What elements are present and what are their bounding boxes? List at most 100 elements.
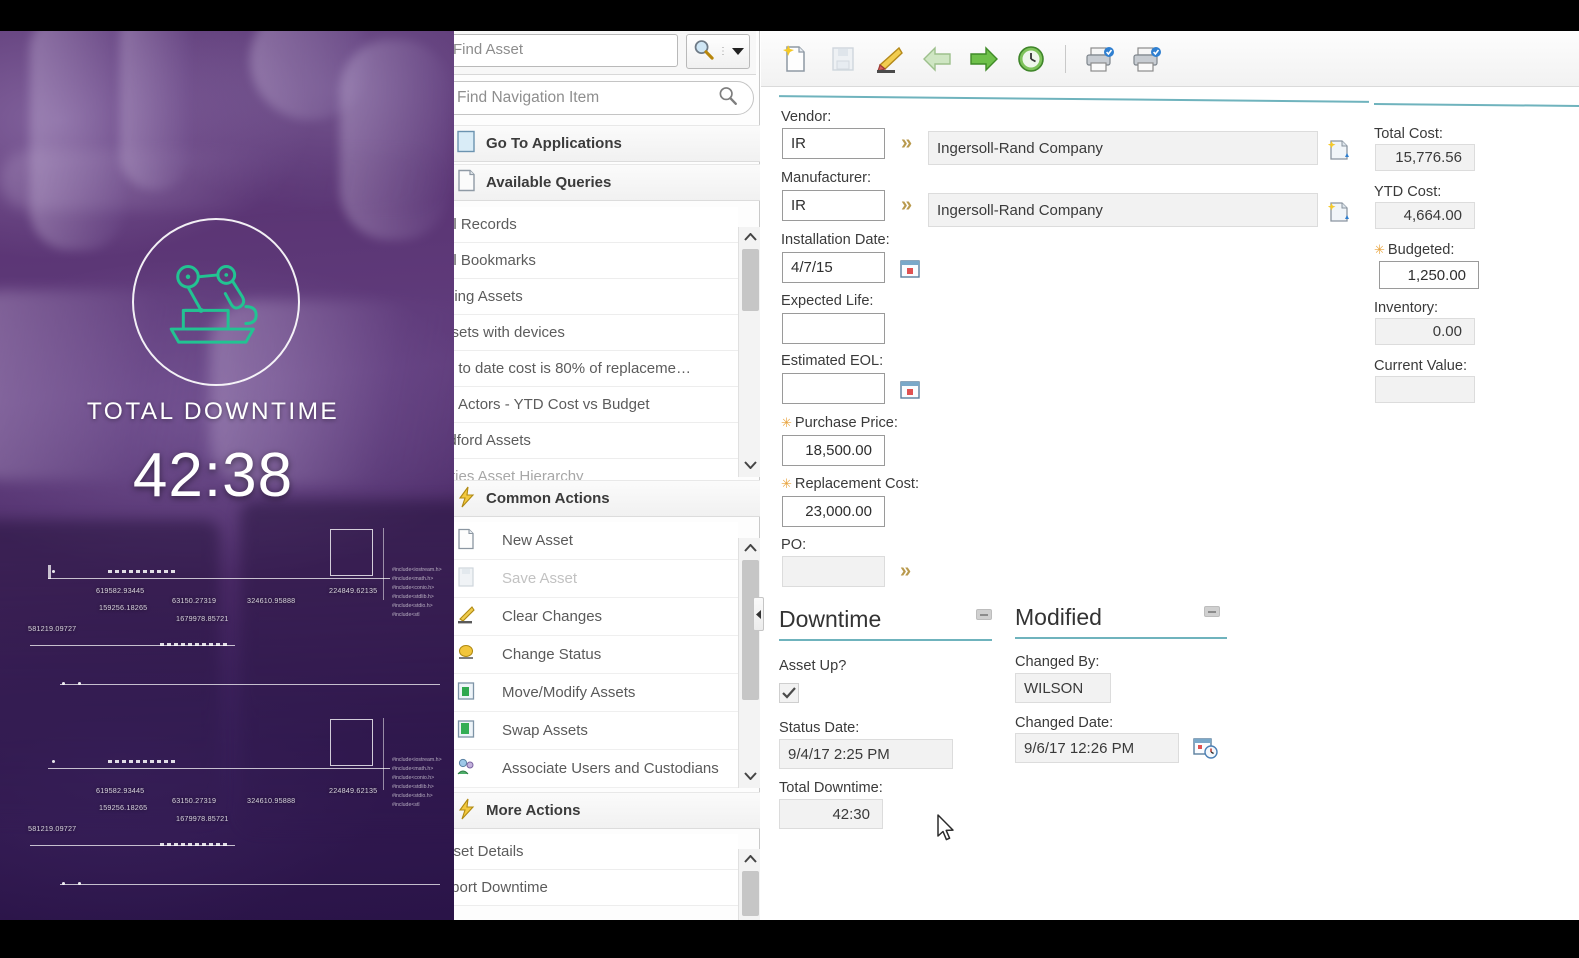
hud-number-6: 324610.95888 [247, 596, 296, 605]
budgeted-input[interactable]: 1,250.00 [1379, 261, 1479, 289]
robot-arm-badge [132, 218, 300, 386]
clear-changes-button[interactable] [873, 42, 907, 76]
more-actions-scrollbar-thumb[interactable] [742, 871, 759, 916]
hud-line-3 [60, 684, 440, 685]
record-detail-icon[interactable] [1327, 138, 1351, 167]
calendar-icon[interactable] [899, 257, 921, 284]
estimated-eol-input[interactable] [782, 373, 885, 404]
sidebar-query-life-to-date-cost[interactable]: Life to date cost is 80% of replaceme… [454, 351, 738, 387]
print-button[interactable] [1083, 42, 1117, 76]
ytd-cost-field: 4,664.00 [1375, 202, 1475, 229]
asset-up-checkbox[interactable] [779, 683, 799, 703]
hud-tick-1 [48, 565, 51, 579]
hud-number-11: 63150.27319 [172, 796, 217, 805]
search-icon[interactable] [717, 85, 739, 112]
purchase-price-input[interactable]: 18,500.00 [782, 435, 885, 466]
manufacturer-code-input[interactable]: IR [782, 190, 885, 221]
lightning-icon [456, 486, 477, 512]
po-input[interactable] [782, 556, 885, 587]
hud-line-6 [60, 884, 440, 885]
hud-number-2: 159256.18265 [99, 603, 148, 612]
chevron-down-icon[interactable] [731, 43, 745, 61]
chevron-double-right-icon[interactable]: » [901, 194, 912, 217]
hud-line-1 [48, 578, 390, 579]
sidebar-section-common-actions[interactable]: Common Actions [454, 480, 760, 517]
minimize-icon[interactable] [976, 609, 992, 620]
action-label: New Asset [502, 532, 573, 549]
hud-number-3: 581219.09727 [28, 624, 77, 633]
chevron-double-right-icon[interactable]: » [901, 132, 912, 155]
sidebar-query-all-records[interactable]: All Records [454, 207, 738, 243]
installation-date-input[interactable]: 4/7/15 [782, 252, 885, 283]
changed-date-label: Changed Date: [1015, 715, 1114, 731]
more-actions-scrollbar[interactable] [738, 849, 760, 920]
sidebar-collapse-handle[interactable] [753, 597, 764, 631]
hud-includes-1: #include<iostream.h> #include<math.h> #inc… [392, 567, 442, 618]
sidebar-query-all-bookmarks[interactable]: All Bookmarks [454, 243, 738, 279]
hero-downtime-value: 42:38 [132, 441, 294, 510]
sidebar-action-move-modify-assets[interactable]: Move/Modify Assets [454, 674, 738, 712]
query-label: Aging Assets [454, 288, 523, 305]
manufacturer-label: Manufacturer: [781, 170, 872, 186]
sidebar-section-available-queries[interactable]: Available Queries [454, 164, 760, 201]
scroll-up-icon[interactable] [739, 849, 761, 869]
sidebar-section-more-actions[interactable]: More Actions [454, 792, 760, 829]
minimize-icon[interactable] [1204, 606, 1220, 617]
hud-number-13: 324610.95888 [247, 796, 296, 805]
replacement-cost-input[interactable]: 23,000.00 [782, 496, 885, 527]
sidebar-query-bedford-assets[interactable]: Bedford Assets [454, 423, 738, 459]
sidebar-more-report-downtime[interactable]: Report Downtime [454, 870, 738, 906]
changed-by-field: WILSON [1015, 673, 1111, 703]
sidebar-action-clear-changes[interactable]: Clear Changes [454, 598, 738, 636]
eraser-icon [456, 604, 476, 630]
new-record-button[interactable] [779, 42, 813, 76]
sidebar-section-label: Available Queries [486, 174, 612, 191]
expected-life-input[interactable] [782, 313, 885, 344]
modified-panel-title: Modified [1015, 604, 1102, 630]
status-bulb-icon [456, 642, 476, 668]
forward-button[interactable] [967, 42, 1001, 76]
queries-scrollbar[interactable] [738, 227, 760, 477]
form-toolbar [761, 31, 1579, 87]
sidebar-query-aging-assets[interactable]: Aging Assets [454, 279, 738, 315]
current-value-field [1375, 376, 1475, 403]
sidebar-section-go-to-applications[interactable]: Go To Applications [454, 125, 760, 162]
sidebar-section-label: More Actions [486, 802, 581, 819]
record-detail-icon[interactable] [1327, 200, 1351, 229]
hud-dash-3 [108, 760, 176, 763]
sidebar-action-associate-users[interactable]: Associate Users and Custodians [454, 750, 738, 788]
sidebar-section-label: Go To Applications [486, 135, 622, 152]
sidebar-action-new-asset[interactable]: New Asset [454, 522, 738, 560]
estimated-eol-label: Estimated EOL: [781, 353, 884, 369]
sidebar-action-change-status[interactable]: Change Status [454, 636, 738, 674]
action-label: Save Asset [502, 570, 578, 587]
check-icon [782, 687, 796, 699]
find-asset-input[interactable]: Find Asset [454, 34, 678, 67]
actions-scrollbar[interactable] [738, 538, 760, 788]
vendor-label: Vendor: [781, 109, 832, 125]
scroll-down-icon[interactable] [739, 455, 761, 475]
queries-scrollbar-thumb[interactable] [742, 249, 759, 311]
status-date-field: 9/4/17 2:25 PM [779, 739, 953, 769]
hud-dash-2 [160, 643, 230, 646]
find-navigation-input[interactable]: Find Navigation Item [454, 81, 754, 115]
po-label: PO: [781, 537, 807, 553]
sidebar-query-bad-actors[interactable]: Bad Actors - YTD Cost vs Budget [454, 387, 738, 423]
hud-dot-3 [78, 682, 81, 685]
calendar-clock-icon[interactable] [1193, 735, 1218, 765]
vendor-code-input[interactable]: IR [782, 128, 885, 159]
sidebar-action-swap-assets[interactable]: Swap Assets [454, 712, 738, 750]
chevron-double-right-icon[interactable]: » [900, 560, 911, 583]
hud-dot-1 [52, 570, 55, 573]
calendar-icon[interactable] [899, 378, 921, 405]
sidebar-query-assets-with-devices[interactable]: Assets with devices [454, 315, 738, 351]
sidebar-more-asset-details[interactable]: Asset Details [454, 834, 738, 870]
find-navigation-placeholder: Find Navigation Item [457, 89, 600, 106]
scroll-down-icon[interactable] [739, 766, 761, 786]
history-button[interactable] [1014, 42, 1048, 76]
asset-up-label: Asset Up? [779, 658, 847, 674]
print-preview-button[interactable] [1130, 42, 1164, 76]
scroll-up-icon[interactable] [739, 227, 761, 247]
find-asset-search-button[interactable]: ⋮ [686, 34, 750, 69]
scroll-up-icon[interactable] [739, 538, 761, 558]
